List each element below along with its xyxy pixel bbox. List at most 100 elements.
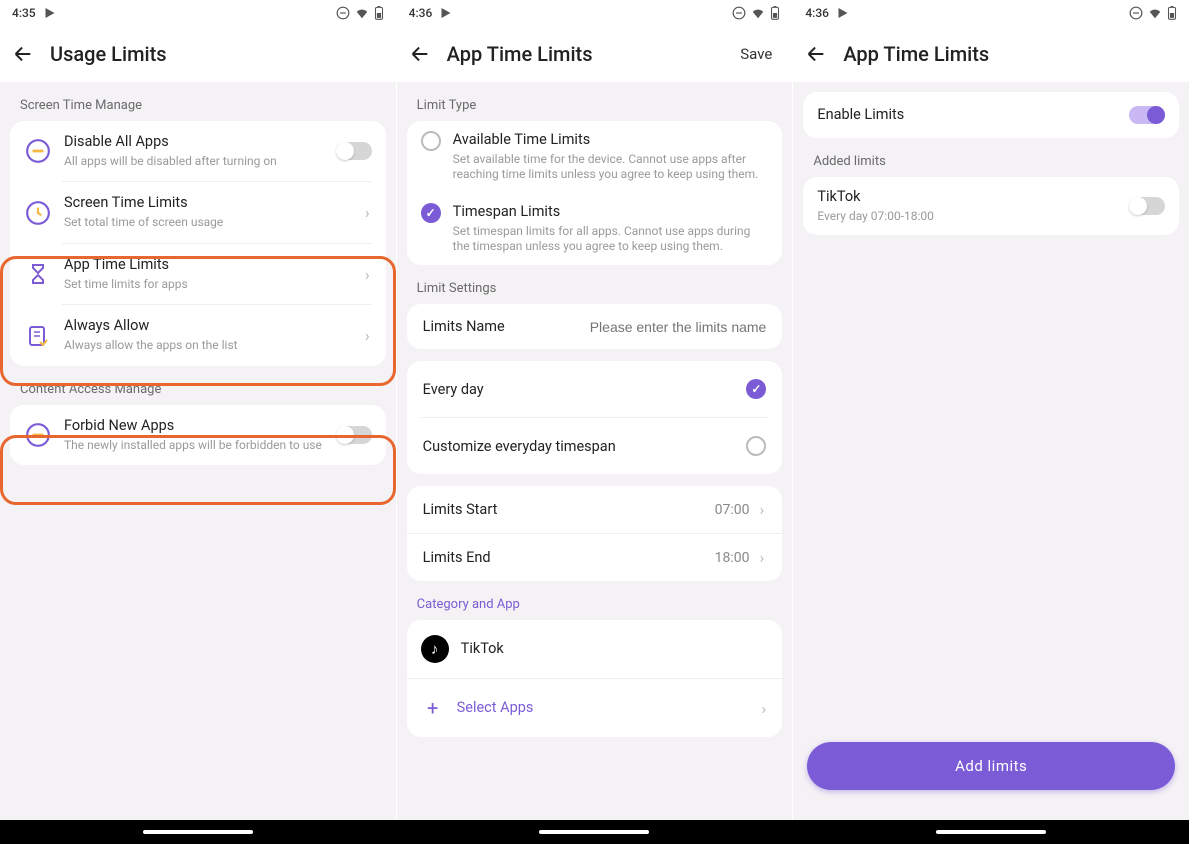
enable-toggle[interactable] [1129,106,1165,124]
dnd-icon [732,6,746,20]
row-limits-end[interactable]: Limits End 18:00 › [407,534,783,581]
disable-all-toggle[interactable] [336,142,372,160]
card-limits-name: Limits Name [407,304,783,349]
nav-handle[interactable] [936,830,1046,834]
customize-label: Customize everyday timespan [423,438,739,455]
row-timespan-limits[interactable]: Timespan Limits Set timespan limits for … [407,193,783,265]
row-always-allow[interactable]: Always Allow Always allow the apps on th… [10,305,386,365]
screen-time-sub: Set total time of screen usage [64,215,351,231]
row-limits-name[interactable]: Limits Name [407,304,783,349]
clock: 4:36 [805,6,829,20]
statusbar: 4:36 [793,0,1189,26]
label-limit-settings: Limit Settings [407,265,783,304]
check-customize[interactable] [746,436,766,456]
screen-time-title: Screen Time Limits [64,194,351,213]
select-apps-label: Select Apps [457,699,748,718]
enable-label: Enable Limits [817,106,1117,125]
limit-toggle[interactable] [1129,197,1165,215]
nav-handle[interactable] [539,830,649,834]
statusbar: 4:36 [397,0,793,26]
add-limits-button[interactable]: Add limits [807,742,1175,790]
forbid-toggle[interactable] [336,426,372,444]
row-enable-limits[interactable]: Enable Limits [803,92,1179,138]
end-value: 18:00 [715,550,750,566]
card-content-access: Forbid New Apps The newly installed apps… [10,405,386,465]
row-disable-all-apps[interactable]: Disable All Apps All apps will be disabl… [10,121,386,181]
hourglass-icon [24,260,52,288]
screen-limits-list: 4:36 App Time Limits Enable Limits Added… [793,0,1189,820]
plus-icon: + [421,696,445,720]
row-limit-tiktok[interactable]: TikTok Every day 07:00-18:00 [803,177,1179,235]
wifi-icon [750,6,766,20]
row-limits-start[interactable]: Limits Start 07:00 › [407,486,783,533]
check-every-day[interactable] [746,379,766,399]
row-app-tiktok[interactable]: ♪ TikTok [407,620,783,678]
tiktok-icon: ♪ [421,635,449,663]
card-schedule: Every day Customize everyday timespan [407,361,783,474]
row-forbid-new-apps[interactable]: Forbid New Apps The newly installed apps… [10,405,386,465]
wifi-icon [354,6,370,20]
always-allow-title: Always Allow [64,317,351,336]
card-limit-type: Available Time Limits Set available time… [407,121,783,265]
clock: 4:35 [12,6,36,20]
app-name: TikTok [461,640,769,659]
clock: 4:36 [409,6,433,20]
forbid-title: Forbid New Apps [64,417,324,436]
disable-all-sub: All apps will be disabled after turning … [64,154,324,170]
appbar: Usage Limits [0,26,396,82]
limits-name-input[interactable] [517,319,767,335]
row-customize[interactable]: Customize everyday timespan [407,418,783,474]
chevron-right-icon: › [760,699,769,718]
page-title: App Time Limits [447,42,725,66]
battery-icon [1167,6,1177,20]
play-store-icon [837,7,849,19]
chevron-right-icon: › [758,548,767,567]
row-available-time-limits[interactable]: Available Time Limits Set available time… [407,121,783,193]
back-icon[interactable] [409,43,431,65]
radio-timespan[interactable] [421,203,441,223]
available-title: Available Time Limits [453,131,769,150]
section-screen-time-manage: Screen Time Manage [10,82,386,121]
limit-sub: Every day 07:00-18:00 [817,209,1117,225]
dnd-icon [1129,6,1143,20]
limits-name-label: Limits Name [423,318,505,335]
back-icon[interactable] [805,43,827,65]
save-button[interactable]: Save [740,45,780,63]
forbid-sub: The newly installed apps will be forbidd… [64,438,324,454]
row-select-apps[interactable]: + Select Apps › [407,679,783,737]
nav-handle[interactable] [143,830,253,834]
timespan-sub: Set timespan limits for all apps. Cannot… [453,224,769,255]
back-icon[interactable] [12,43,34,65]
card-screen-time: Disable All Apps All apps will be disabl… [10,121,386,366]
label-category-app: Category and App [407,581,783,620]
available-sub: Set available time for the device. Canno… [453,152,769,183]
card-time-range: Limits Start 07:00 › Limits End 18:00 › [407,486,783,581]
appbar: App Time Limits Save [397,26,793,82]
forbid-icon [24,421,52,449]
chevron-right-icon: › [363,326,372,345]
statusbar: 4:35 [0,0,396,26]
wifi-icon [1147,6,1163,20]
row-app-time-limits[interactable]: App Time Limits Set time limits for apps… [10,244,386,304]
chevron-right-icon: › [363,203,372,222]
timespan-title: Timespan Limits [453,203,769,222]
row-screen-time-limits[interactable]: Screen Time Limits Set total time of scr… [10,182,386,242]
chevron-right-icon: › [363,265,372,284]
card-limits-list: TikTok Every day 07:00-18:00 [803,177,1179,235]
end-label: Limits End [423,549,707,566]
limit-title: TikTok [817,188,1117,207]
clock-icon [24,199,52,227]
always-allow-sub: Always allow the apps on the list [64,338,351,354]
app-time-sub: Set time limits for apps [64,277,351,293]
battery-icon [770,6,780,20]
battery-icon [374,6,384,20]
page-title: App Time Limits [843,42,1177,66]
disable-all-title: Disable All Apps [64,133,324,152]
radio-available[interactable] [421,131,441,151]
app-time-title: App Time Limits [64,256,351,275]
row-every-day[interactable]: Every day [407,361,783,417]
start-value: 07:00 [715,502,750,518]
dnd-icon [336,6,350,20]
label-limit-type: Limit Type [407,82,783,121]
allow-icon [24,322,52,350]
